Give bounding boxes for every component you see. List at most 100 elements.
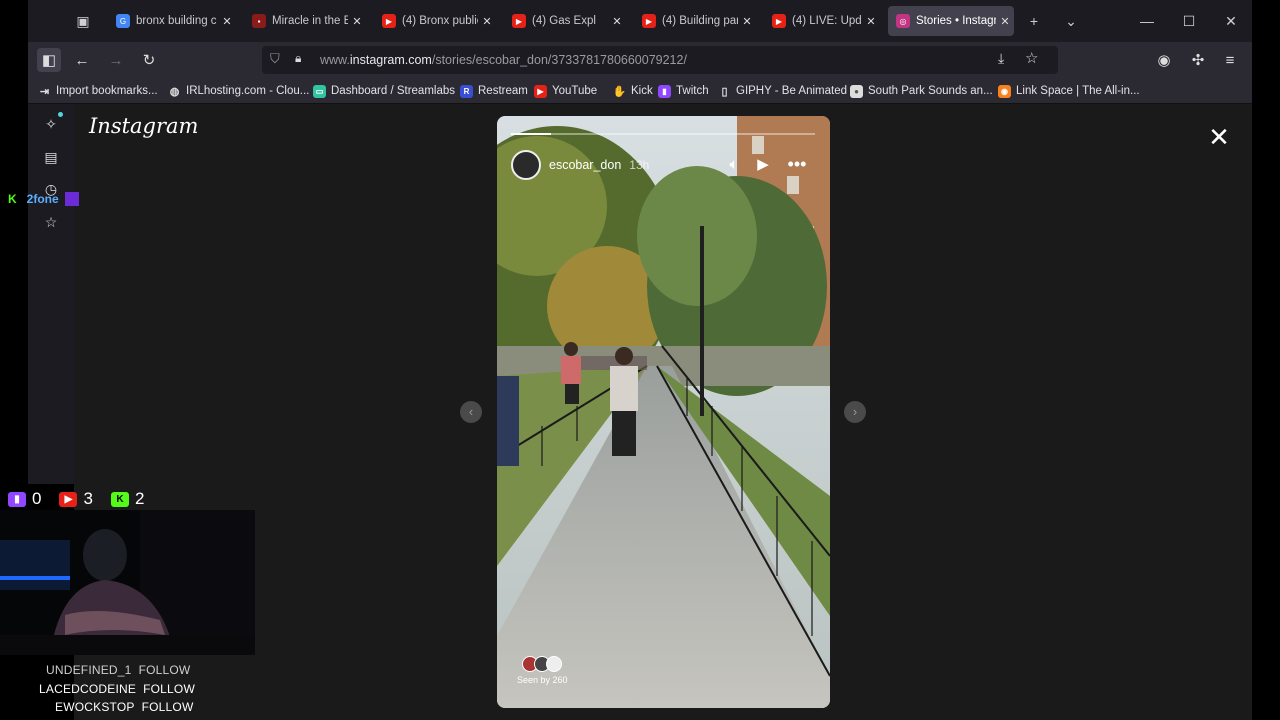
southpark-icon: ● — [850, 84, 863, 98]
tab-title: Miracle in the B — [272, 15, 348, 27]
notification-dot — [58, 112, 63, 117]
bookmark-item[interactable]: ◉ Link Space | The All-in... — [998, 83, 1140, 99]
minimize-icon[interactable]: — — [1136, 10, 1158, 32]
lock-icon[interactable]: 🔒︎ — [295, 51, 301, 66]
viewer-counters: ▮ 0 ▶ 3 K2 — [8, 488, 162, 510]
back-icon[interactable]: ← — [70, 48, 94, 72]
twitch-icon: ▮ — [658, 84, 671, 98]
seen-by[interactable]: Seen by 260 — [517, 656, 568, 685]
tab-overview-icon[interactable]: ▣ — [72, 10, 94, 32]
instagram-icon: ◎ — [896, 14, 910, 28]
address-bar[interactable]: ⛉ 🔒︎ www.instagram.com/stories/escobar_d… — [262, 46, 1058, 74]
browser-tab[interactable]: ▶ (4) LIVE: Update✕ — [764, 6, 880, 36]
follower-name: LACEDCODEINE — [39, 682, 137, 696]
bookmark-label: Restream — [478, 85, 528, 97]
tab-title: (4) Bronx public — [402, 15, 478, 27]
story-viewer[interactable]: escobar_don 13h 🔈︎ ▶ ••• Seen by 260 — [497, 116, 830, 708]
maximize-icon[interactable]: ☐ — [1178, 10, 1200, 32]
forward-icon[interactable]: → — [104, 48, 128, 72]
browser-tab[interactable]: ▶ (4) Building par ✕ — [634, 6, 756, 36]
previous-story-icon[interactable]: ‹ — [460, 401, 482, 423]
sticker-badge — [64, 192, 79, 206]
bookmark-item[interactable]: ▶ YouTube — [534, 83, 597, 99]
story-video-frame — [497, 116, 830, 708]
bookmark-label: Import bookmarks... — [56, 85, 158, 97]
twitch-count: 0 — [32, 489, 42, 508]
tab-close-icon[interactable]: ✕ — [478, 15, 496, 28]
browser-tab[interactable]: ◎ Stories • Instagr ✕ — [888, 6, 1014, 36]
tab-close-icon[interactable]: ✕ — [738, 15, 756, 28]
account-icon[interactable]: ◉ — [1152, 48, 1176, 72]
extensions-icon[interactable]: ✣ — [1186, 48, 1210, 72]
follower-action: FOLLOW — [141, 700, 194, 714]
bookmark-item[interactable]: ⇥ Import bookmarks... — [38, 83, 158, 99]
shield-icon[interactable]: ⛉ — [270, 51, 280, 67]
browser-sidebar: ✧ ▤ ◷ ☆ — [28, 104, 74, 484]
story-header: escobar_don 13h — [511, 150, 649, 180]
bookmark-star-icon[interactable]: ☆ — [1025, 49, 1038, 67]
bookmark-item[interactable]: ✋ Kick — [613, 83, 653, 99]
browser-tab[interactable]: ▶ (4) Gas Expl ✕ — [504, 6, 626, 36]
tab-title: Stories • Instagr — [916, 15, 996, 27]
bookmark-item[interactable]: ▮ Twitch — [658, 83, 709, 99]
browser-tab[interactable]: ▪ Miracle in the B ✕ — [244, 6, 366, 36]
avatar — [546, 656, 563, 672]
download-page-icon[interactable]: ⤓ — [998, 50, 1004, 67]
new-tab-icon[interactable]: + — [1023, 10, 1045, 32]
youtube-icon: ▶ — [642, 14, 656, 28]
linkspace-icon: ◉ — [998, 84, 1011, 98]
tab-title: (4) Gas Expl — [532, 15, 596, 27]
reload-icon[interactable]: ↻ — [137, 48, 161, 72]
bookmark-item[interactable]: ▭ Dashboard / Streamlabs — [313, 83, 455, 99]
close-story-icon[interactable]: ✕ — [1204, 122, 1234, 152]
next-story-icon[interactable]: › — [844, 401, 866, 423]
follower-name: UNDEFINED_1 — [46, 663, 132, 677]
follower-action: FOLLOW — [138, 663, 191, 677]
tab-title: (4) Building par — [662, 15, 738, 27]
follower-row: UNDEFINED_1 FOLLOW — [46, 663, 190, 681]
tab-close-icon[interactable]: ✕ — [996, 15, 1014, 28]
kick-counter: K2 — [110, 489, 145, 509]
tab-close-icon[interactable]: ✕ — [348, 15, 366, 28]
mute-icon[interactable]: 🔈︎ — [722, 152, 746, 176]
webcam-image — [0, 510, 255, 655]
synced-tabs-icon[interactable]: ▤ — [40, 146, 62, 168]
browser-tab[interactable]: Gbronx building c ✕ — [108, 6, 236, 36]
tab-strip: ▣ Gbronx building c ✕ ▪ Miracle in the B ✕ ▶(… — [28, 0, 1252, 42]
kick-icon: ✋ — [612, 84, 627, 98]
instagram-logo[interactable]: Instagram — [89, 114, 198, 138]
bookmark-item[interactable]: R Restream — [460, 83, 528, 99]
more-options-icon[interactable]: ••• — [785, 152, 809, 176]
tab-close-icon[interactable]: ✕ — [862, 15, 880, 28]
play-icon[interactable]: ▶ — [751, 152, 775, 176]
navigation-bar: ◧ ← → ↻ ⛉ 🔒︎ www.instagram.com/stories/e… — [28, 42, 1252, 78]
tab-title: bronx building c — [136, 15, 217, 27]
kick-count: 2 — [134, 489, 145, 508]
kick-icon: K — [110, 491, 129, 507]
youtube-counter: ▶ 3 — [59, 489, 93, 509]
streamlabs-icon: ▭ — [313, 84, 326, 98]
list-all-tabs-icon[interactable]: ⌄ — [1060, 10, 1082, 32]
avatar[interactable] — [511, 150, 541, 180]
twitch-icon: ▮ — [8, 491, 26, 507]
bookmark-label: Dashboard / Streamlabs — [331, 85, 456, 97]
window-close-icon[interactable]: ✕ — [1220, 10, 1242, 32]
import-icon: ⇥ — [38, 84, 51, 98]
story-username[interactable]: escobar_don — [549, 158, 621, 172]
bookmark-item[interactable]: ▯ GIPHY - Be Animated — [718, 83, 847, 99]
story-timestamp: 13h — [629, 158, 650, 172]
browser-tab[interactable]: ▶ (4) Bronx public ✕ — [374, 6, 496, 36]
tab-close-icon[interactable]: ✕ — [218, 15, 236, 28]
sidebar-toggle-icon[interactable]: ◧ — [37, 48, 61, 72]
sticker-text: 2fone — [26, 192, 59, 206]
bookmark-item[interactable]: ● South Park Sounds an... — [850, 83, 993, 99]
tab-title: (4) LIVE: Update — [792, 15, 862, 27]
tab-close-icon[interactable]: ✕ — [608, 15, 626, 28]
follower-action: FOLLOW — [143, 682, 195, 696]
youtube-icon: ▶ — [534, 84, 547, 98]
bookmarks-star-icon[interactable]: ☆ — [40, 211, 62, 233]
bookmark-label: Kick — [631, 85, 653, 97]
menu-icon[interactable]: ≡ — [1218, 48, 1242, 72]
news-icon: ▪ — [252, 14, 266, 28]
bookmark-item[interactable]: ◍ IRLhosting.com - Clou... — [168, 83, 309, 99]
